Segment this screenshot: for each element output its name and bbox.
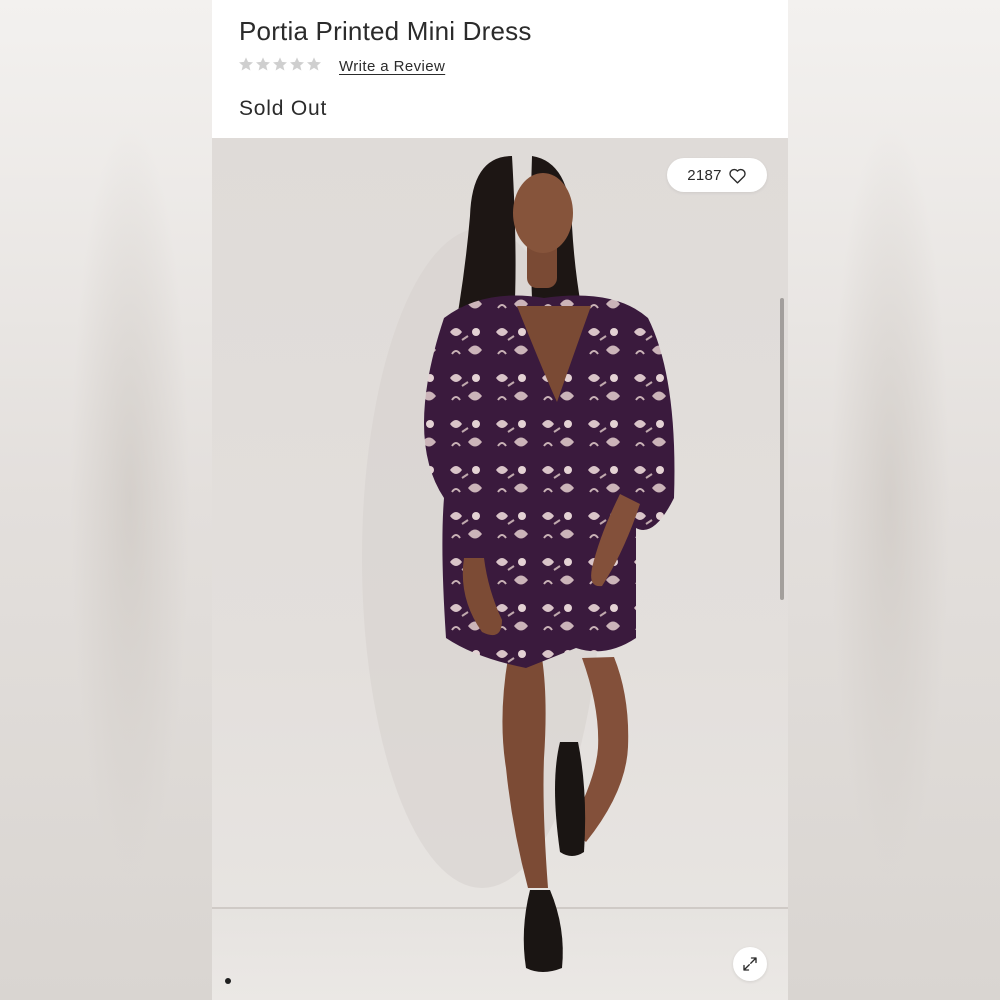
carousel-dot-active[interactable] bbox=[225, 978, 231, 984]
like-button[interactable]: 2187 bbox=[667, 158, 767, 192]
product-page: Portia Printed Mini Dress Write a Review… bbox=[212, 0, 788, 1000]
write-review-link[interactable]: Write a Review bbox=[339, 58, 445, 75]
model-photo bbox=[362, 156, 675, 972]
blurred-figure-left bbox=[70, 120, 190, 880]
star-icon bbox=[256, 57, 270, 71]
product-image-gallery[interactable]: 2187 bbox=[212, 138, 788, 1000]
expand-arrows-icon bbox=[743, 957, 757, 971]
blurred-figure-right bbox=[830, 120, 950, 880]
product-title: Portia Printed Mini Dress bbox=[239, 16, 532, 46]
stock-status: Sold Out bbox=[239, 97, 328, 120]
scrollbar[interactable] bbox=[780, 298, 784, 600]
star-icon bbox=[273, 57, 287, 71]
rating-stars[interactable] bbox=[238, 56, 322, 72]
expand-button[interactable] bbox=[733, 947, 767, 981]
likes-count: 2187 bbox=[687, 166, 722, 184]
carousel-indicator bbox=[225, 978, 231, 984]
star-icon bbox=[307, 57, 321, 71]
heart-icon bbox=[729, 168, 746, 184]
star-icon bbox=[290, 57, 304, 71]
product-header: Portia Printed Mini Dress Write a Review… bbox=[212, 0, 788, 138]
star-icon bbox=[239, 57, 253, 71]
